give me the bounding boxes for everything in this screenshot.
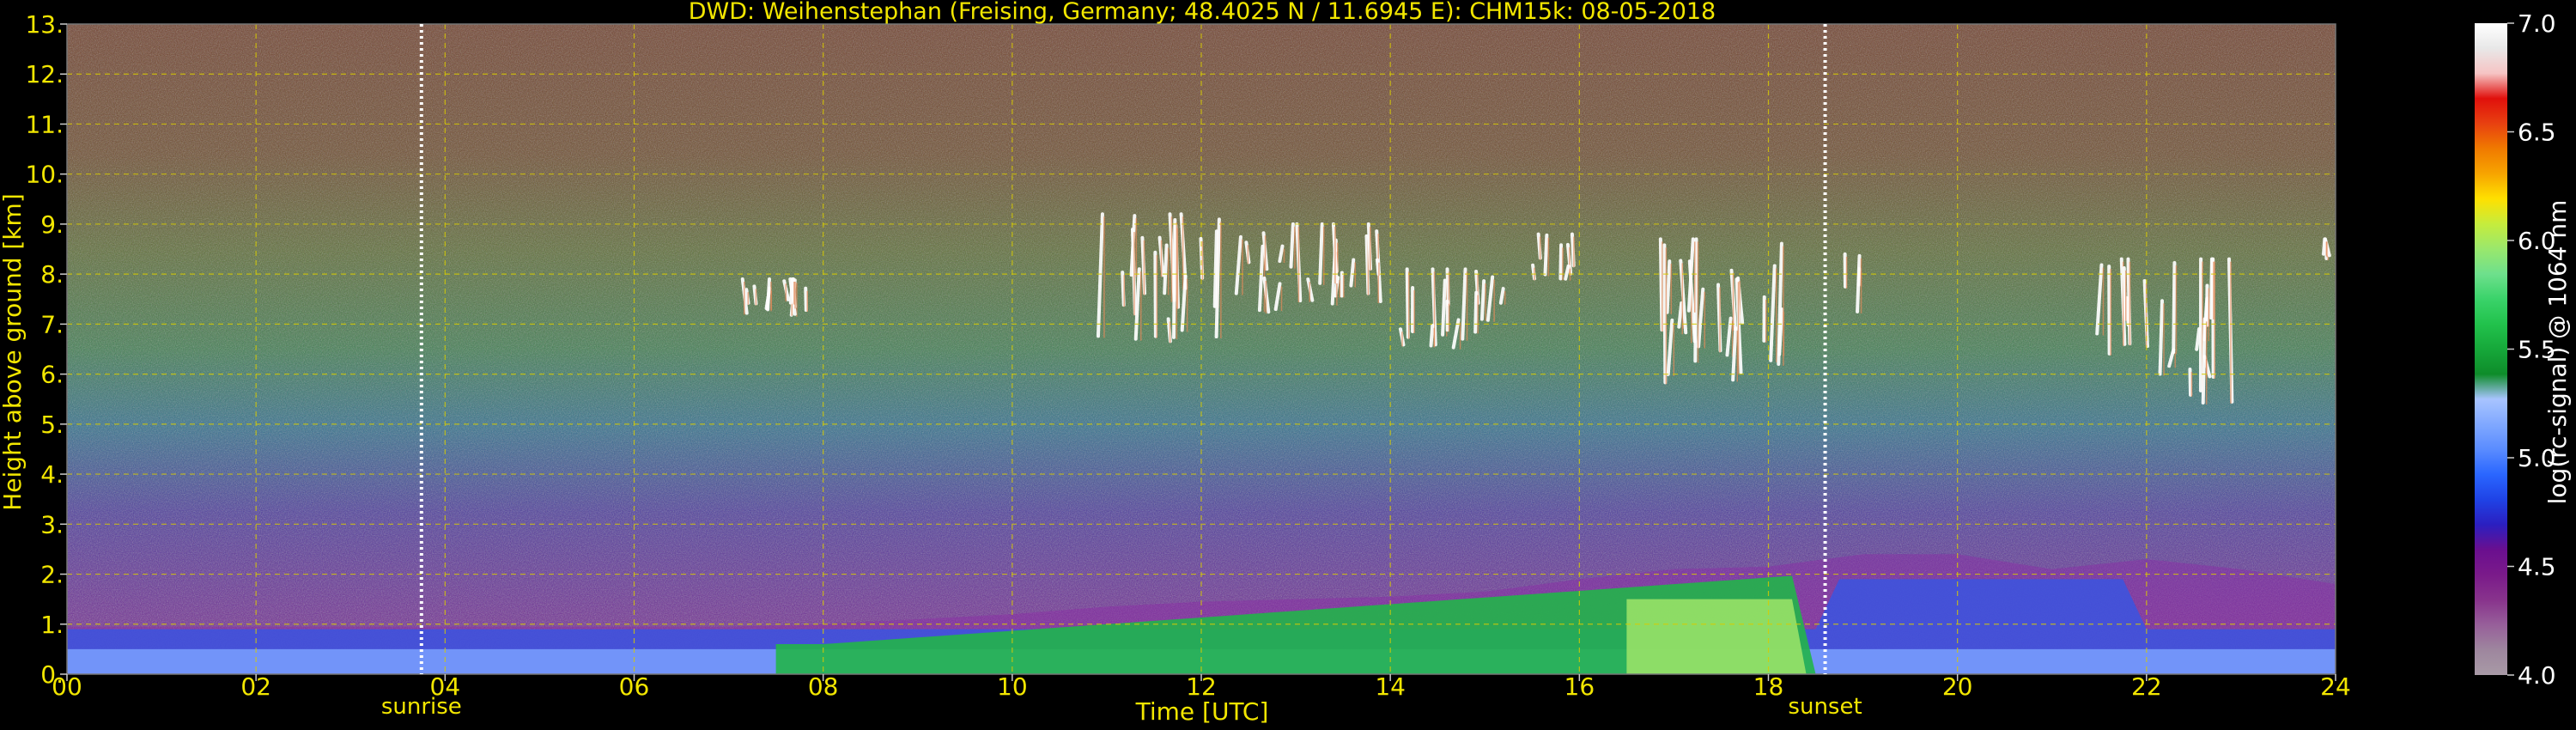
colorbar-tick-label: 4.0	[2518, 661, 2556, 690]
x-tick-label: 06	[619, 672, 650, 701]
colorbar-tick-label: 4.5	[2518, 553, 2556, 581]
cloud-streak	[804, 286, 808, 313]
x-tick-label: 24	[2320, 672, 2351, 701]
cloud-streak	[1498, 287, 1505, 305]
cloud-streak	[1405, 267, 1410, 339]
cloud-streak	[1121, 271, 1126, 307]
colorbar-label: log(rc-signal) @ 1064 nm	[2543, 200, 2572, 505]
colorbar: 4.04.55.05.56.06.57.0 log(rc-signal) @ 1…	[2475, 9, 2572, 690]
y-tick-label: 8.	[40, 260, 64, 289]
cloud-streak	[1558, 243, 1564, 281]
cloud-streak	[1289, 222, 1295, 269]
y-axis: 0. 1. 2. 3. 4. 5. 6. 7. 8. 9. 10. 11. 12. 13.	[25, 10, 67, 689]
sunset-label: sunset	[1788, 694, 1862, 720]
y-tick-label: 5.	[40, 411, 64, 439]
colorbar-tick-label: 7.0	[2518, 9, 2556, 38]
cloud-streak	[1543, 233, 1549, 277]
y-tick-label: 9.	[40, 210, 64, 239]
y-tick-label: 2.	[40, 561, 64, 589]
cloud-streak	[1318, 222, 1324, 285]
cloud-streak	[1479, 279, 1486, 321]
y-tick-label: 7.	[40, 310, 64, 338]
cloud-streak	[1473, 290, 1479, 334]
cloud-streak	[1856, 253, 1862, 313]
colorbar-scale	[2475, 23, 2507, 675]
cloud-streak	[1349, 258, 1356, 288]
cloud-streak	[2195, 327, 2202, 351]
cloud-streak	[2158, 299, 2164, 376]
y-axis-label: Height above ground [km]	[0, 193, 27, 511]
y-tick-label: 13.	[25, 10, 64, 39]
y-tick-label: 0.	[40, 660, 64, 689]
plot-area	[66, 23, 2336, 675]
x-tick-label: 14	[1375, 672, 1406, 701]
x-tick-label: 20	[1942, 672, 1973, 701]
x-tick-label: 16	[1564, 672, 1595, 701]
cloud-streak	[2208, 257, 2214, 320]
cloud-streak	[1429, 323, 1435, 348]
y-tick-label: 4.	[40, 460, 64, 489]
y-tick-label: 3.	[40, 510, 64, 538]
cloud-streak	[2172, 261, 2177, 355]
y-tick-label: 10.	[25, 161, 64, 189]
x-tick-label: 22	[2131, 672, 2162, 701]
x-tick-label: 18	[1753, 672, 1784, 701]
y-tick-label: 12.	[25, 60, 64, 88]
colorbar-tick-label: 6.5	[2518, 119, 2556, 147]
cloud-streak	[1665, 259, 1672, 314]
cloud-streak	[1441, 278, 1447, 337]
cloud-streak	[766, 277, 771, 312]
y-tick-label: 11.	[25, 110, 64, 138]
cloud-streak	[2201, 317, 2207, 405]
mixing-layer-core	[1626, 599, 1807, 674]
x-tick-label: 10	[997, 672, 1028, 701]
lidar-chart: sunrise sunset00 02 04 06 08 10 12 14 16 18 20 22 24 …	[0, 0, 2572, 726]
x-tick-label: 02	[240, 672, 271, 701]
chart-title: DWD: Weihenstephan (Freising, Germany; 4…	[689, 0, 1716, 25]
x-axis-label: Time [UTC]	[1135, 697, 1269, 726]
y-tick-label: 1.	[40, 611, 64, 639]
cloud-streak	[1662, 243, 1668, 385]
cloud-streak	[1163, 243, 1169, 295]
x-tick-label: 08	[808, 672, 839, 701]
y-tick-label: 6.	[40, 361, 64, 389]
x-tick-label: 04	[430, 672, 461, 701]
cloud-streak	[788, 277, 794, 305]
